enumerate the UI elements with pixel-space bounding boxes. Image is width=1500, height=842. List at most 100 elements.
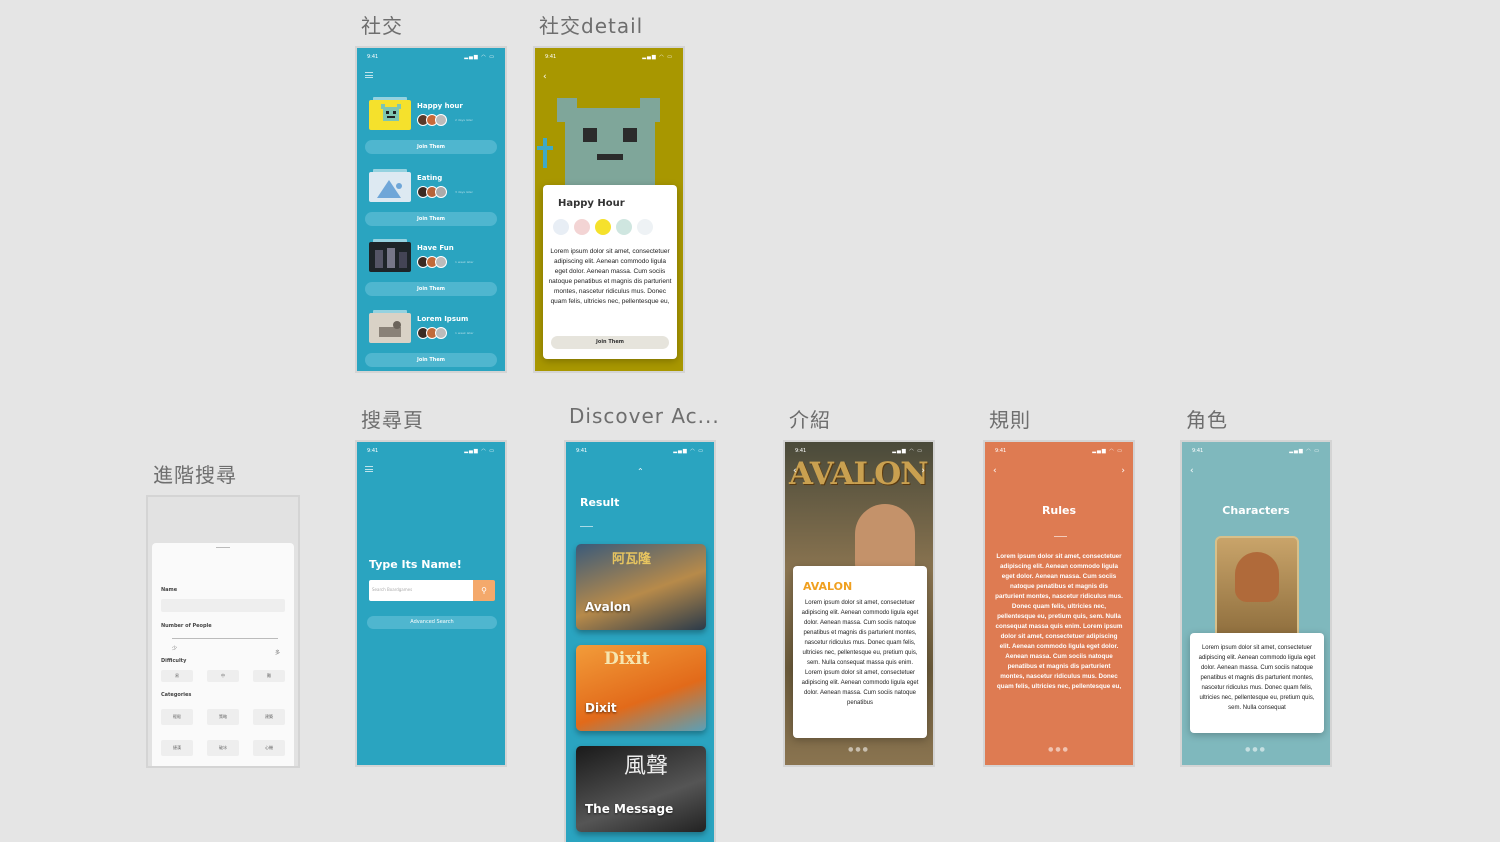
- difficulty-label: Difficulty: [161, 658, 187, 664]
- people-slider[interactable]: [172, 638, 278, 639]
- artboard-label-rules: 規則: [989, 408, 1031, 432]
- intro-screen: 9:41 ▂▄▆ ◠ ▭ AVALON ‹ › AVALON Lorem ipsu…: [783, 440, 935, 767]
- search-placeholder: Search Boardgames: [372, 587, 413, 592]
- character-art: [855, 504, 915, 574]
- people-label: Number of People: [161, 623, 212, 629]
- group-time: 3 days later: [455, 190, 473, 194]
- join-button[interactable]: Join Them: [365, 140, 497, 154]
- difficulty-easy[interactable]: 易: [161, 670, 193, 682]
- forward-icon[interactable]: ›: [1121, 466, 1125, 476]
- signal-icon: ▂▄▆ ◠ ▭: [1289, 448, 1320, 454]
- group-name: Have Fun: [417, 244, 454, 252]
- category-chip[interactable]: 建築: [253, 709, 285, 725]
- cover-art-icon: 風聲: [624, 754, 669, 779]
- group-item: Eating 3 days later Join Them: [365, 169, 497, 232]
- join-button[interactable]: Join Them: [365, 282, 497, 296]
- artboard-label-search: 搜尋頁: [361, 408, 424, 432]
- back-icon[interactable]: ‹: [543, 72, 547, 82]
- status-time: 9:41: [995, 448, 1007, 454]
- signal-icon: ▂▄▆ ◠ ▭: [673, 448, 704, 454]
- event-description: Lorem ipsum dolor sit amet, consectetuer…: [548, 248, 672, 305]
- character-description: Lorem ipsum dolor sit amet, consectetuer…: [1198, 645, 1316, 711]
- avatar: [435, 256, 447, 268]
- name-input[interactable]: [161, 599, 285, 612]
- page-indicator: ●●●: [848, 746, 870, 753]
- signal-icon: ▂▄▆ ◠ ▭: [892, 448, 923, 454]
- pixel-cat-illustration: [537, 98, 660, 188]
- group-thumbnail: [369, 169, 411, 202]
- search-heading: Type Its Name!: [369, 558, 462, 571]
- status-bar: 9:41 ▂▄▆ ◠ ▭: [367, 54, 495, 62]
- group-item: Happy hour 2 days later Join Them: [365, 97, 497, 160]
- avatar: [616, 219, 632, 235]
- category-chip[interactable]: 策略: [207, 709, 239, 725]
- intro-description: Lorem ipsum dolor sit amet, consectetuer…: [801, 600, 919, 706]
- status-time: 9:41: [576, 448, 588, 454]
- character-face: [1235, 552, 1279, 602]
- characters-screen: 9:41 ▂▄▆ ◠ ▭ ‹ Characters Lorem ipsum dol…: [1180, 440, 1332, 767]
- back-icon[interactable]: ‹: [993, 466, 997, 476]
- people-min: 少: [172, 646, 178, 652]
- avatar: [435, 327, 447, 339]
- social-screen: 9:41 ▂▄▆ ◠ ▭ Happy hour 2 days later Join…: [355, 46, 507, 373]
- search-screen: 9:41 ▂▄▆ ◠ ▭ Type Its Name! Search Boardg…: [355, 440, 507, 767]
- cover-art-icon: 阿瓦隆: [612, 552, 652, 567]
- artboard-label-social-detail: 社交detail: [539, 14, 644, 38]
- group-item: Lorem Ipsum 1 week later Join Them: [365, 310, 497, 371]
- group-thumbnail: [369, 239, 411, 272]
- difficulty-medium[interactable]: 中: [207, 670, 239, 682]
- avatar: [637, 219, 653, 235]
- difficulty-hard[interactable]: 難: [253, 670, 285, 682]
- participant-avatars: [553, 219, 653, 235]
- join-button[interactable]: Join Them: [365, 353, 497, 367]
- title-divider: [1054, 536, 1067, 537]
- status-bar: 9:41 ▂▄▆ ◠ ▭: [1192, 448, 1320, 456]
- join-button[interactable]: Join Them: [365, 212, 497, 226]
- advanced-search-button[interactable]: Advanced Search: [367, 616, 497, 629]
- member-avatars: [417, 256, 447, 268]
- characters-title: Characters: [1222, 504, 1290, 517]
- menu-icon[interactable]: [365, 72, 373, 78]
- game-card-the-message[interactable]: 風聲 The Message: [576, 746, 706, 832]
- status-bar: 9:41 ▂▄▆ ◠ ▭: [545, 54, 673, 62]
- artboard-label-social: 社交: [361, 14, 403, 38]
- avatar: [595, 219, 611, 235]
- category-chip[interactable]: 輕鬆: [161, 709, 193, 725]
- photo-icon: [379, 321, 401, 337]
- join-button[interactable]: Join Them: [551, 336, 669, 349]
- chevron-up-icon[interactable]: ⌃: [637, 467, 644, 476]
- group-thumbnail: [369, 97, 411, 130]
- avatar: [574, 219, 590, 235]
- group-name: Happy hour: [417, 102, 463, 110]
- member-avatars: [417, 327, 447, 339]
- drag-handle[interactable]: [216, 547, 230, 548]
- artboard-label-discover: Discover Ac...: [569, 404, 720, 428]
- status-bar: 9:41 ▂▄▆ ◠ ▭: [995, 448, 1123, 456]
- game-card-dixit[interactable]: Dixit Dixit: [576, 645, 706, 731]
- menu-icon[interactable]: [365, 466, 373, 472]
- back-icon[interactable]: ‹: [793, 466, 797, 476]
- game-card-avalon[interactable]: 阿瓦隆 Avalon: [576, 544, 706, 630]
- member-avatars: [417, 114, 447, 126]
- status-bar: 9:41 ▂▄▆ ◠ ▭: [367, 448, 495, 456]
- back-icon[interactable]: ‹: [1190, 466, 1194, 476]
- group-name: Lorem Ipsum: [417, 315, 469, 323]
- search-input[interactable]: Search Boardgames: [369, 580, 473, 601]
- category-chip[interactable]: 心機: [253, 740, 285, 756]
- avatar: [553, 219, 569, 235]
- category-chip[interactable]: 捷漢: [161, 740, 193, 756]
- status-bar: 9:41 ▂▄▆ ◠ ▭: [795, 448, 923, 456]
- people-max: 多: [274, 650, 280, 656]
- signal-icon: ▂▄▆ ◠ ▭: [464, 448, 495, 454]
- social-detail-screen: 9:41 ▂▄▆ ◠ ▭ ‹ Happy Hour Lorem ipsum dol…: [533, 46, 685, 373]
- character-card-art: [1215, 536, 1299, 646]
- category-chip[interactable]: 破冰: [207, 740, 239, 756]
- forward-icon[interactable]: ›: [921, 466, 925, 476]
- game-title: The Message: [585, 802, 674, 816]
- categories-label: Categories: [161, 692, 192, 698]
- event-card: Happy Hour Lorem ipsum dolor sit amet, c…: [543, 185, 677, 359]
- character-card: Lorem ipsum dolor sit amet, consectetuer…: [1190, 633, 1324, 733]
- filter-panel: Name Number of People 少 多 Difficulty 易 中…: [152, 543, 294, 766]
- search-button[interactable]: ⚲: [473, 580, 495, 601]
- rules-title: Rules: [1041, 504, 1077, 517]
